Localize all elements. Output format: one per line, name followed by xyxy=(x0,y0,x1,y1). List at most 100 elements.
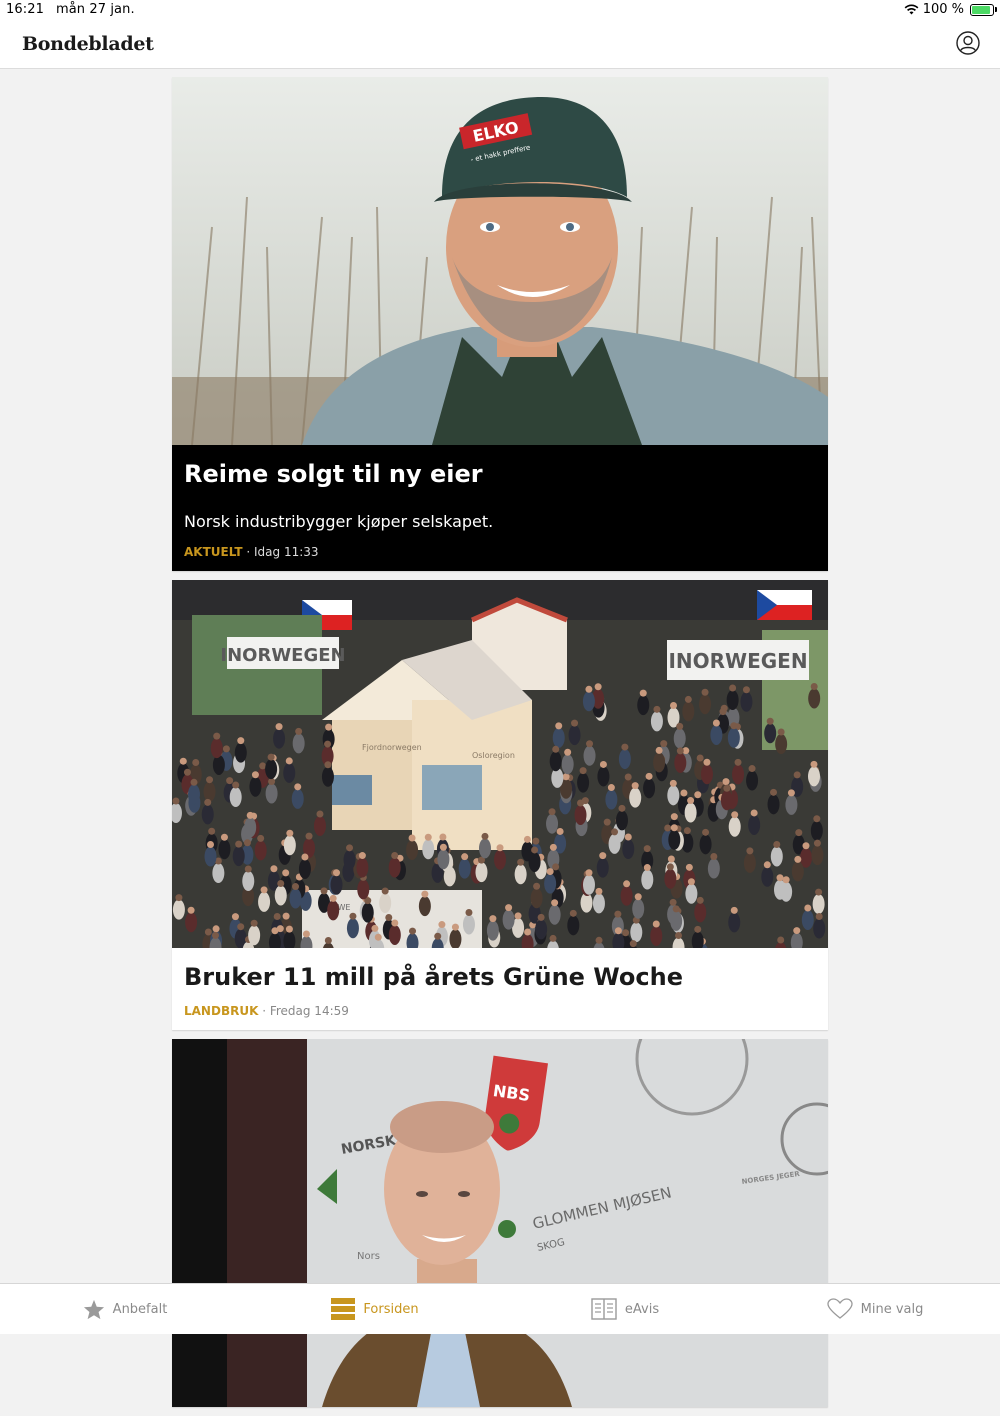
crowd-head xyxy=(710,853,718,861)
crowd-head xyxy=(793,927,801,935)
article-section[interactable]: AKTUELT xyxy=(184,545,243,559)
tab-forsiden[interactable]: Forsiden xyxy=(250,1284,500,1334)
crowd-head xyxy=(562,773,570,781)
crowd-head xyxy=(489,915,497,923)
crowd-head xyxy=(421,890,429,898)
crowd-person xyxy=(475,862,488,883)
crowd-head xyxy=(523,835,531,843)
crowd-head xyxy=(190,778,198,786)
crowd-head xyxy=(669,779,677,787)
crowd-person xyxy=(641,869,654,890)
article-lead: Norsk industribygger kjøper selskapet. xyxy=(184,512,494,531)
crowd-head xyxy=(260,886,268,894)
crowd-person xyxy=(388,924,401,945)
crowd-head xyxy=(742,686,750,694)
crowd-head xyxy=(618,804,626,812)
crowd-person xyxy=(727,727,740,748)
tab-anbefalt[interactable]: Anbefalt xyxy=(0,1284,250,1334)
crowd-head xyxy=(333,869,341,877)
app-header: Bondebladet xyxy=(0,20,1000,69)
crowd-person xyxy=(699,834,712,855)
crowd-head xyxy=(346,844,354,852)
crowd-person xyxy=(203,781,216,802)
crowd-person xyxy=(346,918,359,939)
crowd-person xyxy=(361,902,374,923)
crowd-person xyxy=(478,838,491,859)
crowd-head xyxy=(302,930,310,938)
crowd-head xyxy=(391,919,399,927)
crowd-head xyxy=(391,851,399,859)
heart-icon xyxy=(826,1298,853,1319)
crowd-head xyxy=(438,921,446,929)
status-time: 16:21 xyxy=(6,2,44,17)
crowd-head xyxy=(599,760,607,768)
crowd-head xyxy=(569,909,577,917)
tab-label: Anbefalt xyxy=(112,1301,168,1317)
crowd-person xyxy=(574,804,587,825)
crowd-head xyxy=(271,927,279,935)
crowd-head xyxy=(244,865,252,873)
crowd-person xyxy=(172,899,185,920)
crowd-head xyxy=(804,904,812,912)
crowd-person xyxy=(780,881,793,902)
crowd-head xyxy=(639,689,647,697)
crowd-head xyxy=(595,936,603,944)
crowd-person xyxy=(265,759,278,780)
crowd-head xyxy=(634,893,642,901)
crowd-person xyxy=(292,733,305,754)
crowd-person xyxy=(720,790,733,811)
article-card[interactable]: ELKO - et hakk preffere Reime solgt til … xyxy=(172,77,828,571)
crowd-head xyxy=(719,708,727,716)
crowd-head xyxy=(548,808,556,816)
article-title[interactable]: Reime solgt til ny eier xyxy=(184,459,816,489)
crowd-head xyxy=(285,925,293,933)
crowd-head xyxy=(305,832,313,840)
crowd-head xyxy=(614,910,622,918)
crowd-head xyxy=(532,837,540,845)
crowd-person xyxy=(650,925,663,946)
crowd-person xyxy=(330,874,343,895)
crowd-head xyxy=(206,776,214,784)
crowd-person xyxy=(682,701,695,722)
sign-small-text: Nors xyxy=(357,1251,380,1262)
star-icon xyxy=(83,1299,104,1319)
crowd-head xyxy=(685,863,693,871)
brand-logo[interactable]: Bondebladet xyxy=(22,33,154,55)
crowd-head xyxy=(237,737,245,745)
crowd-person xyxy=(289,888,302,909)
crowd-head xyxy=(643,845,651,853)
crowd-person xyxy=(535,919,548,940)
crowd-head xyxy=(192,758,200,766)
crowd-head xyxy=(408,834,416,842)
crowd-head xyxy=(207,840,215,848)
crowd-head xyxy=(316,810,324,818)
article-title[interactable]: Bruker 11 mill på årets Grüne Woche xyxy=(184,962,816,992)
crowd-head xyxy=(652,920,660,928)
crowd-person xyxy=(185,912,198,933)
article-card[interactable]: NBS NORSK GLOMMEN MJØSEN SKOG Nors NORGE… xyxy=(172,1039,828,1407)
crowd-person xyxy=(418,896,431,917)
crowd-head xyxy=(434,932,442,940)
crowd-person xyxy=(546,813,559,834)
crowd-person xyxy=(810,820,823,841)
crowd-head xyxy=(729,684,737,692)
crowd-head xyxy=(777,936,785,944)
user-account-icon[interactable] xyxy=(956,31,980,55)
crowd-head xyxy=(748,765,756,773)
tab-eavis[interactable]: eAvis xyxy=(500,1284,750,1334)
crowd-person xyxy=(801,909,814,930)
tab-mine-valg[interactable]: Mine valg xyxy=(750,1284,1000,1334)
status-right: 100 % xyxy=(904,2,997,17)
article-feed: ELKO - et hakk preffere Reime solgt til … xyxy=(172,77,828,1416)
crowd-head xyxy=(645,772,653,780)
crowd-person xyxy=(327,900,340,921)
crowd-head xyxy=(275,723,283,731)
crowd-person xyxy=(597,766,610,787)
banner-left-text: INORWEGEN xyxy=(220,645,345,666)
crowd-person xyxy=(234,742,247,763)
crowd-head xyxy=(212,925,220,933)
article-section[interactable]: LANDBRUK xyxy=(184,1004,258,1018)
booth-left-text: Fjordnorwegen xyxy=(362,743,422,752)
article-card[interactable]: INORWEGEN INORWEGEN Fjordnorwegen Oslore… xyxy=(172,580,828,1030)
crowd-person xyxy=(283,835,296,856)
